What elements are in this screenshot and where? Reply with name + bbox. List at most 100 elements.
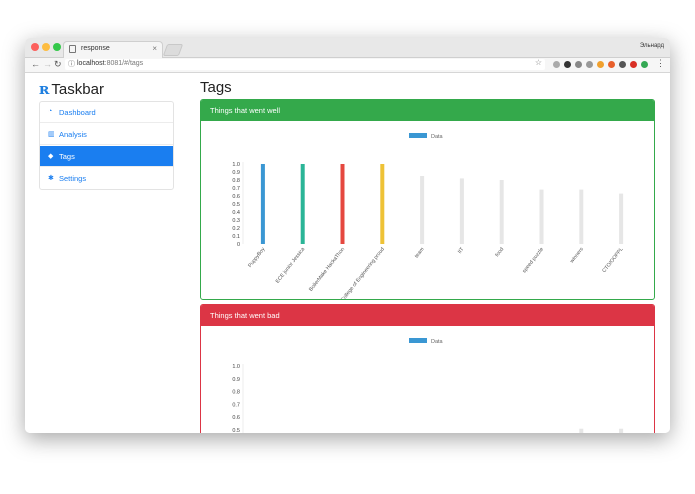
legend-swatch [409,133,427,138]
brand-name: Taskbar [51,81,104,98]
back-icon[interactable]: ← [31,59,40,69]
shield-icon[interactable] [575,61,582,68]
logo-icon: ʀ [39,80,50,98]
more-icon[interactable] [553,61,560,68]
tab-close-icon[interactable]: × [152,44,157,53]
rss-icon[interactable] [608,61,615,68]
extension-icon[interactable] [586,61,593,68]
bookmark-star-icon[interactable]: ☆ [535,58,542,67]
y-tick-label: 0.6 [232,415,240,421]
y-tick-label: 0.9 [232,170,240,176]
y-tick-label: 1.0 [232,162,240,168]
info-icon[interactable]: ⓘ [68,59,75,69]
tab-title: response [81,45,110,52]
url-text: localhost:8081/#/tags [77,60,144,67]
browser-tab[interactable]: response × [63,41,163,58]
y-tick-label: 0 [237,242,240,248]
sidebar-item-label: Settings [59,174,87,183]
grammar-icon[interactable] [641,61,648,68]
chart-legend: Data [409,133,444,140]
x-tick-label: IIT [457,246,466,255]
y-tick-label: 0.5 [232,202,240,208]
x-tick-label: winners [569,246,585,264]
y-tick-label: 0.7 [232,186,240,192]
tags-icon: ◆ [48,153,54,160]
info-icon[interactable] [619,61,626,68]
chart-bar [380,164,385,244]
reload-icon[interactable]: ↻ [54,59,62,70]
panel-title: Things that went well [210,106,281,115]
y-tick-label: 0.9 [232,377,240,383]
browser-toolbar: ← → ↻ ⓘ localhost:8081/#/tags ☆ ⋮ [25,58,670,73]
chart-bar [579,428,584,433]
brand[interactable]: ʀ Taskbar [39,80,104,98]
sidebar-item-settings[interactable]: ✱ Settings [40,168,173,189]
y-tick-label: 0.2 [232,226,240,232]
y-tick-label: 0.6 [232,194,240,200]
x-tick-label: food [494,246,505,258]
chart-bar [300,164,305,244]
chart-bar [499,180,504,244]
sidebar-nav: ◔ Dashboard ▥ Analysis ◆ Tags ✱ Settings [39,101,174,190]
sidebar-item-dashboard[interactable]: ◔ Dashboard [40,102,173,123]
honey-icon[interactable] [597,61,604,68]
x-tick-label: team [414,247,426,260]
chart-legend: Data [409,338,444,345]
page-title: Tags [200,79,232,96]
tags-bar-chart-good: Data 1.0 0.9 0.8 0.7 0.6 0.5 0.4 0.3 0.2 0.1 0 Puppy… [232,133,625,299]
y-tick-label: 0.5 [232,428,240,433]
sidebar-item-label: Tags [59,152,75,161]
sidebar-item-label: Dashboard [59,108,96,117]
gear-icon: ✱ [48,175,54,182]
minimize-window-button[interactable] [42,43,50,51]
panel-header: Things that went bad [201,305,654,326]
forward-icon[interactable]: → [43,59,52,69]
bar-chart-icon: ▥ [48,131,55,138]
legend-label: Data [431,339,444,345]
dashboard-icon: ◔ [48,108,53,115]
chart-bar [539,189,544,244]
stop-icon[interactable] [630,61,637,68]
chart-bar [619,193,624,244]
x-tick-label: speed puzzle [522,246,546,274]
legend-swatch [409,338,427,343]
address-bar[interactable]: ⓘ localhost:8081/#/tags ☆ [65,58,545,70]
panel-went-bad: Things that went bad Data 1.0 0.9 0.8 0.7 0.6… [200,304,655,433]
chart-bar [340,164,345,244]
x-tick-label: CTO/OOPPL [601,246,624,274]
maximize-window-button[interactable] [53,43,61,51]
profile-name[interactable]: Эльнард [640,43,664,49]
x-tick-label: BoilerMake HackaThon [308,246,346,292]
y-tick-label: 0.8 [232,178,240,184]
sidebar-item-tags[interactable]: ◆ Tags [40,146,173,167]
panel-header: Things that went well [201,100,654,121]
browser-menu-icon[interactable]: ⋮ [656,58,665,69]
panel-title: Things that went bad [210,311,280,320]
tags-bar-chart-bad: Data1.00.90.80.70.60.50.4 [232,338,624,433]
close-window-button[interactable] [31,43,39,51]
y-tick-label: 1.0 [232,364,240,370]
sidebar-item-analysis[interactable]: ▥ Analysis [40,124,173,145]
page-content: ʀ Taskbar ◔ Dashboard ▥ Analysis ◆ Tags ✱… [25,73,670,433]
browser-window: response × Эльнард ← → ↻ ⓘ localhost:808… [25,38,670,433]
chart-bar [459,178,464,244]
x-tick-label: ECE junior Jessica [275,246,307,284]
legend-label: Data [431,134,444,140]
y-tick-label: 0.4 [232,210,240,216]
chart-bar [420,176,425,244]
y-tick-label: 0.1 [232,234,240,240]
chart-bar [579,189,584,244]
x-tick-label: PuppyBoy [247,246,267,269]
panel-went-well: Things that went well Data 1.0 0.9 0.8 0.7 0.… [200,99,655,300]
document-icon [69,45,76,53]
y-tick-label: 0.8 [232,390,240,396]
x-tick-label: College of Engineering proud [340,246,386,299]
camera-icon[interactable] [564,61,571,68]
y-tick-label: 0.7 [232,402,240,408]
sidebar-item-label: Analysis [59,130,87,139]
new-tab-button[interactable] [162,44,184,56]
title-bar: response × Эльнард [25,38,670,58]
y-tick-label: 0.3 [232,218,240,224]
chart-bar [260,164,265,244]
chart-bar [619,428,624,433]
